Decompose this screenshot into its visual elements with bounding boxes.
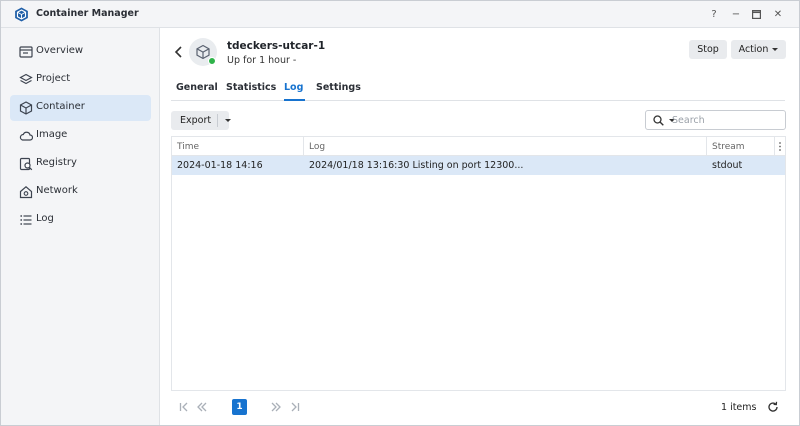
container-icon <box>19 101 33 115</box>
export-button-label: Export <box>180 115 212 126</box>
sidebar-item-registry[interactable]: Registry <box>10 151 151 177</box>
sidebar-item-label: Network <box>36 185 78 196</box>
overview-icon <box>19 46 33 58</box>
column-resize-handle[interactable] <box>303 137 304 156</box>
first-page-icon[interactable] <box>178 401 190 413</box>
help-icon: ? <box>711 8 717 20</box>
minimize-icon: − <box>731 8 741 20</box>
sidebar-item-label: Project <box>36 73 71 84</box>
stop-button-label: Stop <box>697 44 719 55</box>
sidebar-item-network[interactable]: Network <box>10 179 151 205</box>
sidebar-item-container[interactable]: Container <box>10 95 151 121</box>
sidebar-item-label: Container <box>36 101 85 112</box>
log-table: Time Log Stream 2024-01-18 14:16 2024/01… <box>171 136 786 391</box>
tab-settings[interactable]: Settings <box>316 82 361 93</box>
refresh-icon[interactable] <box>767 401 779 413</box>
table-header: Time Log Stream <box>172 137 785 156</box>
sidebar-item-overview[interactable]: Overview <box>10 39 151 65</box>
export-split-divider <box>217 114 218 127</box>
tab-log[interactable]: Log <box>284 82 303 93</box>
column-resize-handle[interactable] <box>706 137 707 156</box>
image-cloud-icon <box>19 131 33 141</box>
search-input[interactable] <box>672 114 782 127</box>
table-row[interactable]: 2024-01-18 14:16 2024/01/18 13:16:30 Lis… <box>172 156 785 175</box>
action-button-label: Action <box>738 44 769 55</box>
column-header-time[interactable]: Time <box>177 142 199 152</box>
pagination-bar: 1 1 items <box>171 399 786 416</box>
stop-button[interactable]: Stop <box>689 40 727 59</box>
column-header-stream[interactable]: Stream <box>712 142 745 152</box>
sidebar-item-label: Image <box>36 129 68 140</box>
sidebar-item-project[interactable]: Project <box>10 67 151 93</box>
next-page-icon[interactable] <box>270 401 282 413</box>
sidebar-item-image[interactable]: Image <box>10 123 151 149</box>
previous-page-icon[interactable] <box>196 401 208 413</box>
column-menu-icon[interactable] <box>778 141 782 152</box>
sidebar-item-label: Log <box>36 213 54 224</box>
chevron-down-icon[interactable] <box>225 119 231 122</box>
registry-icon <box>19 157 33 171</box>
network-icon <box>19 186 33 199</box>
project-icon <box>19 73 33 85</box>
back-arrow-icon[interactable] <box>173 45 185 59</box>
current-page-number[interactable]: 1 <box>232 399 247 415</box>
column-header-log[interactable]: Log <box>309 142 325 152</box>
close-icon: ✕ <box>773 8 783 20</box>
running-status-dot <box>208 57 216 65</box>
export-button[interactable]: Export <box>171 111 231 130</box>
title-bar: Container Manager ? − ✕ <box>1 1 799 28</box>
search-icon[interactable] <box>653 115 664 126</box>
cell-time: 2024-01-18 14:16 <box>177 160 263 171</box>
column-resize-handle[interactable] <box>774 137 775 156</box>
cell-stream: stdout <box>712 160 743 171</box>
sidebar: Overview Project Container Image Registr… <box>1 28 160 425</box>
chevron-down-icon <box>772 48 779 51</box>
search-box[interactable] <box>645 110 786 130</box>
help-button[interactable]: ? <box>706 6 722 22</box>
items-count: 1 items <box>721 402 757 413</box>
sidebar-item-label: Registry <box>36 157 77 168</box>
sidebar-item-label: Overview <box>36 45 84 56</box>
action-dropdown-button[interactable]: Action <box>731 40 786 59</box>
maximize-icon <box>751 9 761 19</box>
container-name: tdeckers-utcar-1 <box>227 40 326 52</box>
sidebar-item-log[interactable]: Log <box>10 207 151 233</box>
minimize-button[interactable]: − <box>728 6 744 22</box>
main-panel: tdeckers-utcar-1 Up for 1 hour - Stop Ac… <box>161 28 799 425</box>
tab-bar: General Statistics Log Settings <box>171 77 785 101</box>
app-window: Container Manager ? − ✕ Overview Project… <box>0 0 800 426</box>
last-page-icon[interactable] <box>289 401 301 413</box>
tab-general[interactable]: General <box>176 82 218 93</box>
maximize-button[interactable] <box>748 6 764 22</box>
active-tab-indicator <box>284 99 305 101</box>
tab-statistics[interactable]: Statistics <box>226 82 276 93</box>
log-list-icon <box>20 215 32 225</box>
container-status: Up for 1 hour - <box>227 55 297 66</box>
container-manager-logo-icon <box>15 7 28 22</box>
cell-log: 2024/01/18 13:16:30 Listing on port 1230… <box>309 160 524 171</box>
app-title: Container Manager <box>36 8 139 19</box>
close-button[interactable]: ✕ <box>770 6 786 22</box>
